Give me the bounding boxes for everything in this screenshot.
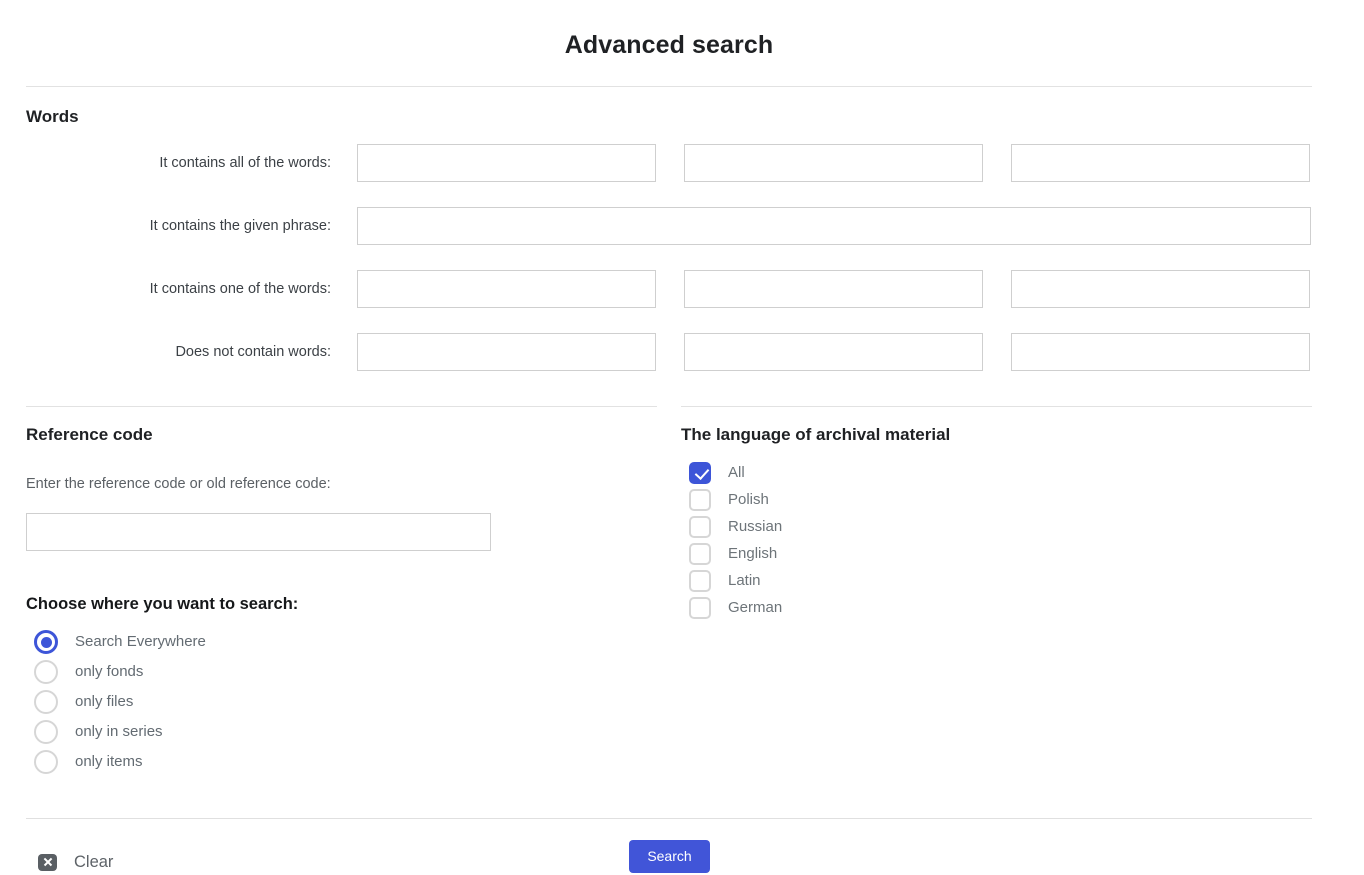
checkbox-icon[interactable]	[689, 488, 711, 511]
scope-option-label: only items	[75, 753, 143, 770]
scope-option-label: only files	[75, 693, 134, 710]
column-spacer	[657, 406, 681, 777]
input-contains-one-of-words-3[interactable]	[1011, 270, 1310, 308]
words-heading: Words	[26, 107, 79, 126]
language-heading: The language of archival material	[681, 425, 951, 444]
checkbox-icon[interactable]	[689, 515, 711, 538]
checkbox-icon[interactable]	[689, 596, 711, 619]
label-contains-all-words: It contains all of the words:	[159, 155, 331, 171]
row-does-not-contain-words: Does not contain words:	[26, 333, 1312, 371]
scope-radio-group: Search Everywhere only fonds only files …	[26, 627, 657, 777]
input-does-not-contain-words-1[interactable]	[357, 333, 656, 371]
input-contains-all-words-2[interactable]	[684, 144, 983, 182]
label-contains-one-of-words: It contains one of the words:	[149, 281, 331, 297]
input-contains-given-phrase[interactable]	[357, 207, 1311, 245]
row-contains-given-phrase: It contains the given phrase:	[26, 207, 1312, 245]
page-container: Advanced search Words It contains all of…	[26, 0, 1312, 875]
input-does-not-contain-words-2[interactable]	[684, 333, 983, 371]
input-contains-all-words-1[interactable]	[357, 144, 656, 182]
page-title: Advanced search	[564, 31, 774, 59]
reference-code-divider	[26, 406, 657, 407]
radio-selected-icon[interactable]	[34, 630, 58, 654]
language-option-label: Russian	[728, 517, 783, 535]
radio-icon[interactable]	[34, 750, 58, 774]
row-contains-all-words: It contains all of the words:	[26, 144, 1312, 182]
language-option-label: Latin	[728, 571, 761, 589]
label-contains-given-phrase: It contains the given phrase:	[149, 218, 331, 234]
input-contains-one-of-words-1[interactable]	[357, 270, 656, 308]
language-option-polish[interactable]: Polish	[681, 486, 1312, 513]
scope-heading: Choose where you want to search:	[26, 595, 299, 613]
language-option-label: All	[728, 463, 745, 481]
row-contains-one-of-words: It contains one of the words:	[26, 270, 1312, 308]
clear-button-label: Clear	[74, 853, 114, 871]
radio-icon[interactable]	[34, 660, 58, 684]
words-form-rows: It contains all of the words: It contain…	[26, 144, 1312, 371]
language-column: The language of archival material All Po…	[681, 406, 1312, 777]
input-contains-one-of-words-2[interactable]	[684, 270, 983, 308]
reference-code-column: Reference code Enter the reference code …	[26, 406, 657, 777]
language-option-english[interactable]: English	[681, 540, 1312, 567]
scope-option-only-items[interactable]: only items	[26, 747, 657, 777]
search-button[interactable]: Search	[629, 840, 710, 873]
radio-icon[interactable]	[34, 720, 58, 744]
scope-option-only-fonds[interactable]: only fonds	[26, 657, 657, 687]
language-checkbox-group: All Polish Russian English Latin German	[681, 459, 1312, 621]
language-divider	[681, 406, 1312, 407]
language-option-russian[interactable]: Russian	[681, 513, 1312, 540]
clear-button[interactable]: Clear	[38, 853, 113, 871]
language-option-all[interactable]: All	[681, 459, 1312, 486]
scope-option-label: Search Everywhere	[75, 633, 206, 650]
checkbox-icon[interactable]	[689, 542, 711, 565]
checkbox-icon[interactable]	[689, 569, 711, 592]
close-x-icon	[38, 853, 57, 871]
scope-option-label: only in series	[75, 723, 163, 740]
input-contains-all-words-3[interactable]	[1011, 144, 1310, 182]
radio-icon[interactable]	[34, 690, 58, 714]
language-option-label: English	[728, 544, 778, 562]
lower-columns: Reference code Enter the reference code …	[26, 406, 1312, 777]
reference-code-sub-label: Enter the reference code or old referenc…	[26, 476, 331, 492]
language-option-label: German	[728, 598, 783, 616]
language-option-label: Polish	[728, 490, 769, 508]
words-section: Words It contains all of the words: It c…	[26, 87, 1312, 371]
checkbox-checked-icon[interactable]	[689, 461, 711, 484]
scope-option-only-files[interactable]: only files	[26, 687, 657, 717]
label-does-not-contain-words: Does not contain words:	[175, 344, 331, 360]
scope-option-label: only fonds	[75, 663, 144, 680]
reference-code-input[interactable]	[26, 513, 491, 551]
language-option-latin[interactable]: Latin	[681, 567, 1312, 594]
reference-code-heading: Reference code	[26, 425, 153, 444]
language-option-german[interactable]: German	[681, 594, 1312, 621]
scope-option-only-in-series[interactable]: only in series	[26, 717, 657, 747]
advanced-search-page: Advanced search Words It contains all of…	[0, 0, 1364, 875]
input-does-not-contain-words-3[interactable]	[1011, 333, 1310, 371]
scope-option-search-everywhere[interactable]: Search Everywhere	[26, 627, 657, 657]
footer-actions: Clear Search	[26, 819, 1312, 875]
